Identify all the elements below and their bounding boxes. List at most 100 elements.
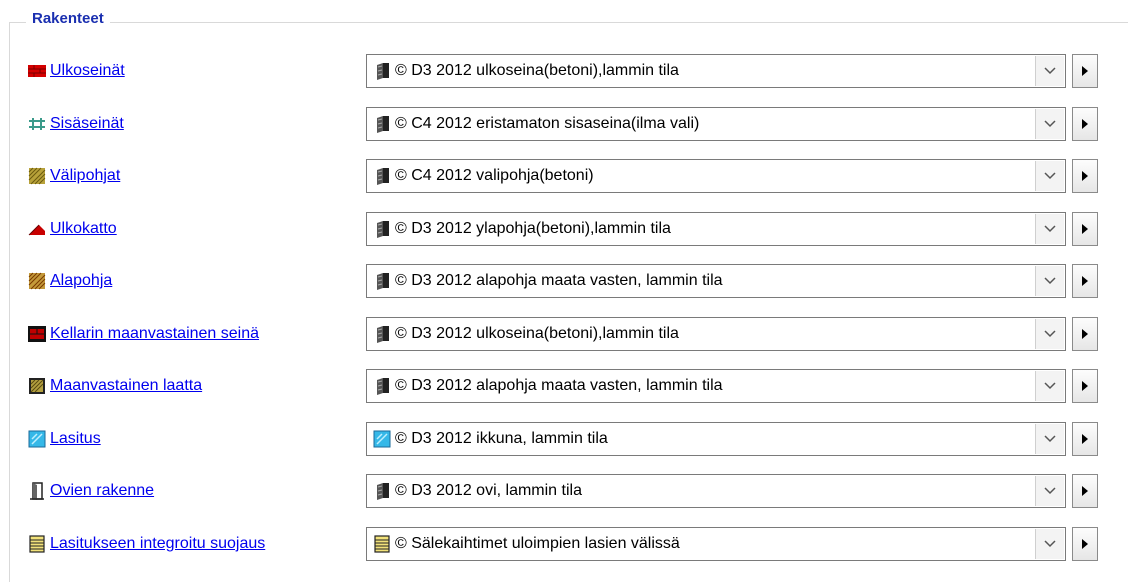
selected-value: © D3 2012 alapohja maata vasten, lammin … [395,377,723,394]
open-structure-button[interactable] [1072,54,1098,88]
structure-select[interactable]: © D3 2012 ikkuna, lammin tila [366,422,1066,456]
dropdown-button[interactable] [1035,266,1064,296]
dropdown-button[interactable] [1035,214,1064,244]
structure-link[interactable]: Ovien rakenne [28,481,154,501]
structure-select[interactable]: © D3 2012 ulkoseina(betoni),lammin tila [366,54,1066,88]
open-structure-button[interactable] [1072,317,1098,351]
ground-slab-icon [29,378,45,394]
open-structure-button[interactable] [1072,369,1098,403]
door-icon [30,482,44,500]
layered-structure-icon [377,483,389,500]
structure-label: Alapohja [50,272,113,289]
structure-label: Sisäseinät [50,115,124,132]
layered-structure-icon [377,326,389,343]
play-arrow-icon [1082,119,1088,129]
group-title: Rakenteet [26,10,110,27]
chevron-down-icon [1044,172,1056,180]
play-arrow-icon [1082,434,1088,444]
structure-link[interactable]: Sisäseinät [28,114,124,134]
chevron-down-icon [1044,330,1056,338]
basement-wall-icon [28,326,46,342]
layered-structure-icon [377,378,389,395]
selected-value: © D3 2012 ulkoseina(betoni),lammin tila [395,62,679,79]
structure-select[interactable]: © D3 2012 ovi, lammin tila [366,474,1066,508]
chevron-down-icon [1044,487,1056,495]
selected-value: © C4 2012 valipohja(betoni) [395,167,594,184]
structure-select[interactable]: © Sälekaihtimet uloimpien lasien välissä [366,527,1066,561]
play-arrow-icon [1082,329,1088,339]
open-structure-button[interactable] [1072,159,1098,193]
structure-row: Ovien rakenne © D3 2012 ovi, lammin tila [0,468,1134,508]
dropdown-button[interactable] [1035,109,1064,139]
structure-select[interactable]: © D3 2012 alapohja maata vasten, lammin … [366,264,1066,298]
structure-link[interactable]: Maanvastainen laatta [28,376,202,396]
dropdown-button[interactable] [1035,529,1064,559]
structure-link[interactable]: Lasitus [28,429,101,449]
structure-label: Maanvastainen laatta [50,377,203,394]
structure-link[interactable]: Kellarin maanvastainen seinä [28,324,259,344]
structure-select[interactable]: © D3 2012 alapohja maata vasten, lammin … [366,369,1066,403]
structure-row: Alapohja © D3 2012 alapohja maata vasten,… [0,258,1134,298]
dropdown-button[interactable] [1035,424,1064,454]
window-glass-icon [373,430,391,448]
structure-select[interactable]: © C4 2012 eristamaton sisaseina(ilma val… [366,107,1066,141]
red-brick-wall-icon [28,65,46,77]
chevron-down-icon [1044,120,1056,128]
play-arrow-icon [1082,381,1088,391]
open-structure-button[interactable] [1072,422,1098,456]
structure-select[interactable]: © D3 2012 ulkoseina(betoni),lammin tila [366,317,1066,351]
structure-link[interactable]: Alapohja [28,271,112,291]
open-structure-button[interactable] [1072,264,1098,298]
layered-structure-icon [377,116,389,133]
structure-row: Kellarin maanvastainen seinä © D3 2012 ul… [0,311,1134,351]
structure-label: Lasitus [50,430,101,447]
structure-select[interactable]: © C4 2012 valipohja(betoni) [366,159,1066,193]
structure-label: Välipohjat [50,167,121,184]
chevron-down-icon [1044,67,1056,75]
structure-link[interactable]: Ulkoseinät [28,61,125,81]
dropdown-button[interactable] [1035,161,1064,191]
layered-structure-icon [377,168,389,185]
layered-structure-icon [377,273,389,290]
open-structure-button[interactable] [1072,474,1098,508]
structure-row: Lasitukseen integroitu suojaus © Sälekaih… [0,521,1134,561]
dropdown-button[interactable] [1035,319,1064,349]
structure-link[interactable]: Välipohjat [28,166,120,186]
layered-structure-icon [377,221,389,238]
play-arrow-icon [1082,486,1088,496]
structure-label: Kellarin maanvastainen seinä [50,325,260,342]
structure-row: Sisäseinät © C4 2012 eristamaton sisasein… [0,101,1134,141]
selected-value: © C4 2012 eristamaton sisaseina(ilma val… [395,115,700,132]
blinds-icon [29,535,45,553]
open-structure-button[interactable] [1072,527,1098,561]
structure-link[interactable]: Ulkokatto [28,219,117,239]
play-arrow-icon [1082,539,1088,549]
chevron-down-icon [1044,435,1056,443]
selected-value: © D3 2012 ylapohja(betoni),lammin tila [395,220,671,237]
structure-row: Ulkoseinät © D3 2012 ulkoseina(betoni),la… [0,48,1134,88]
play-arrow-icon [1082,276,1088,286]
selected-value: © D3 2012 ovi, lammin tila [395,482,582,499]
structure-link[interactable]: Lasitukseen integroitu suojaus [28,534,265,554]
structure-row: Lasitus © D3 2012 ikkuna, lammin tila [0,416,1134,456]
structure-select[interactable]: © D3 2012 ylapohja(betoni),lammin tila [366,212,1066,246]
dropdown-button[interactable] [1035,371,1064,401]
structure-label: Ulkoseinät [50,62,125,79]
structure-label: Lasitukseen integroitu suojaus [50,535,266,552]
dropdown-button[interactable] [1035,56,1064,86]
structure-row: Välipohjat © C4 2012 valipohja(betoni) [0,153,1134,193]
dropdown-button[interactable] [1035,476,1064,506]
chevron-down-icon [1044,225,1056,233]
structure-row: Maanvastainen laatta © D3 2012 alapohja m… [0,363,1134,403]
structure-label: Ulkokatto [50,220,117,237]
selected-value: © D3 2012 alapohja maata vasten, lammin … [395,272,723,289]
play-arrow-icon [1082,171,1088,181]
open-structure-button[interactable] [1072,212,1098,246]
structure-row: Ulkokatto © D3 2012 ylapohja(betoni),lamm… [0,206,1134,246]
open-structure-button[interactable] [1072,107,1098,141]
structure-label: Ovien rakenne [50,482,155,499]
base-floor-icon [28,272,46,290]
chevron-down-icon [1044,540,1056,548]
selected-value: © D3 2012 ulkoseina(betoni),lammin tila [395,325,679,342]
blinds-icon [374,535,390,553]
